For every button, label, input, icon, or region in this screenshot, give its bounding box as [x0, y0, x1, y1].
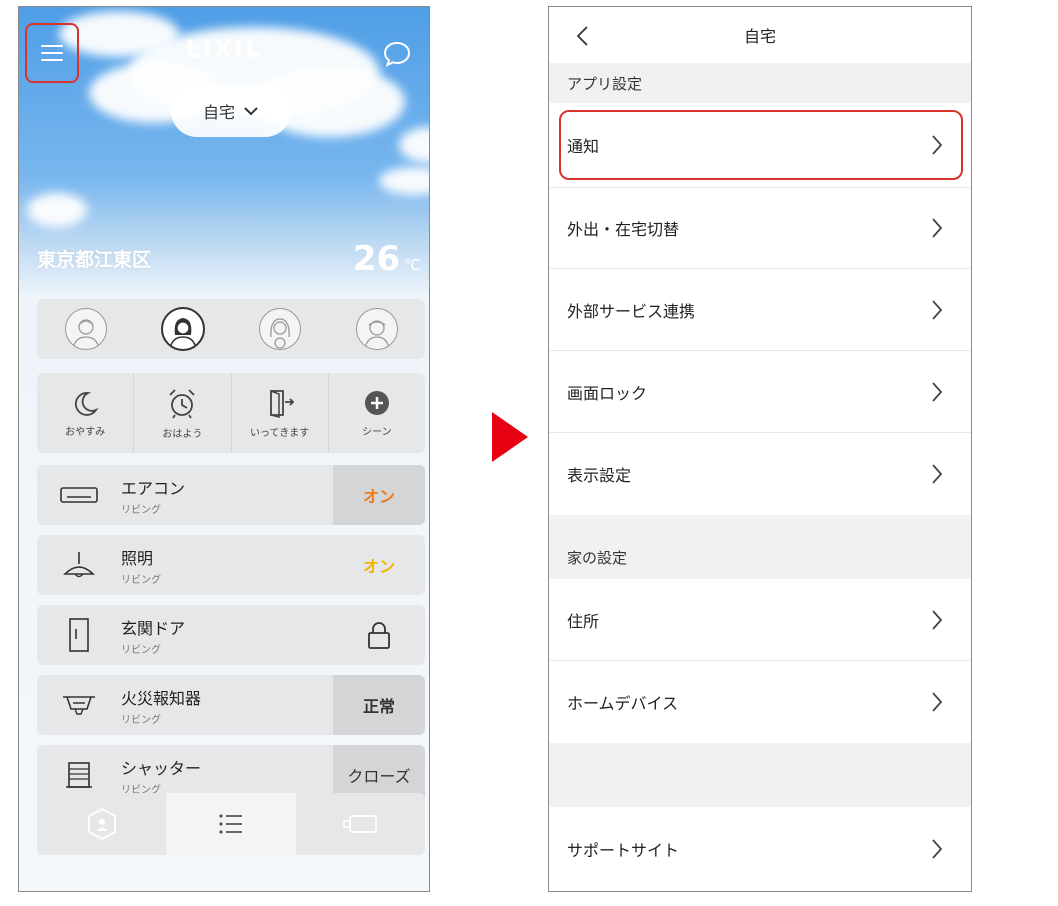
device-room: リビング: [121, 644, 161, 656]
scene-label: おやすみ: [65, 426, 106, 438]
home-selector[interactable]: 自宅: [171, 85, 291, 137]
page-title: 自宅: [743, 27, 776, 46]
temperature-unit: ℃: [404, 256, 421, 274]
settings-row-label: サポートサイト: [567, 841, 680, 860]
back-chevron-icon[interactable]: [575, 25, 589, 47]
chat-icon[interactable]: [383, 41, 411, 67]
settings-row-label: 通知: [567, 137, 600, 156]
home-selector-label: 自宅: [202, 103, 235, 122]
list-icon: [219, 814, 242, 834]
settings-row-label: ホームデバイス: [567, 694, 679, 713]
device-name: 火災報知器: [121, 688, 202, 708]
temperature-value: 26: [352, 239, 401, 279]
settings-row-away-home[interactable]: 外出・在宅切替: [549, 187, 971, 269]
settings-row-home-devices[interactable]: ホームデバイス: [549, 661, 971, 743]
settings-header: 自宅: [549, 7, 971, 63]
device-row-door[interactable]: 玄関ドア リビング: [37, 605, 425, 665]
device-name: シャッター: [121, 758, 202, 778]
lock-icon: [368, 622, 390, 649]
scene-label: シーン: [362, 426, 392, 438]
member-avatar[interactable]: [258, 308, 301, 350]
nav-tab-devices[interactable]: [296, 793, 425, 855]
cloud-decoration: [379, 167, 429, 195]
device-status-button[interactable]: [333, 605, 425, 665]
alarm-clock-icon: [169, 388, 196, 418]
scene-label: いってきます: [250, 427, 310, 439]
device-status-button[interactable]: オン: [333, 465, 425, 525]
settings-row-label: 画面ロック: [567, 383, 648, 403]
highlight-box: [559, 110, 963, 180]
section-header-home-settings: 家の設定: [549, 515, 971, 579]
bottom-nav: [37, 793, 425, 855]
door-exit-icon: [269, 389, 294, 418]
settings-row-display[interactable]: 表示設定: [549, 433, 971, 515]
member-avatar[interactable]: [64, 308, 107, 350]
transition-arrow-icon: [492, 412, 528, 462]
location-label: 東京都江東区: [37, 249, 152, 271]
chevron-right-icon: [932, 609, 943, 630]
device-room: リビング: [121, 714, 161, 726]
device-card-icon: [343, 815, 378, 833]
scene-bar: おやすみ おはよう いってきます シーン: [37, 373, 425, 453]
device-status-button[interactable]: 正常: [333, 675, 425, 735]
chevron-right-icon: [932, 218, 943, 238]
scene-ittekimasu[interactable]: いってきます: [232, 373, 329, 453]
chevron-right-icon: [932, 839, 943, 859]
settings-row-external-services[interactable]: 外部サービス連携: [549, 269, 971, 351]
air-conditioner-icon: [60, 487, 98, 503]
device-row-aircon[interactable]: エアコン リビング オン: [37, 465, 425, 525]
device-row-fire-alarm[interactable]: 火災報知器 リビング 正常: [37, 675, 425, 735]
chevron-right-icon: [932, 692, 943, 712]
device-name: 玄関ドア: [121, 618, 186, 638]
settings-row-label: 外部サービス連携: [567, 301, 696, 321]
shutter-icon: [66, 762, 92, 788]
device-room: リビング: [121, 504, 161, 516]
device-row-light[interactable]: 照明 リビング オン: [37, 535, 425, 595]
temperature-display: 26 ℃: [353, 239, 421, 279]
settings-row-label: 外出・在宅切替: [567, 220, 680, 239]
smoke-detector-icon: [63, 696, 95, 715]
settings-row-address[interactable]: 住所: [549, 579, 971, 661]
member-avatar-active[interactable]: [160, 307, 205, 351]
settings-row-notification[interactable]: 通知: [549, 103, 971, 187]
cloud-decoration: [399, 127, 429, 163]
nav-tab-home[interactable]: [37, 793, 166, 855]
settings-row-label: 表示設定: [567, 466, 632, 485]
chevron-right-icon: [932, 381, 943, 402]
settings-screen: 自宅 アプリ設定 通知 外出・在宅切替 外部サービス連携 画面ロック 表示設定 …: [548, 6, 972, 892]
chevron-right-icon: [932, 135, 943, 155]
device-name: 照明: [121, 548, 154, 568]
device-status-button[interactable]: オン: [333, 535, 425, 595]
home-screen: LIXIL 自宅 東京都江東区 26 ℃ おやすみ おはよう いってきます シー…: [18, 6, 430, 892]
plus-circle-icon: [364, 390, 389, 415]
chevron-down-icon: [244, 107, 258, 116]
cloud-decoration: [27, 193, 87, 227]
section-header-app-settings: アプリ設定: [549, 63, 971, 103]
scene-oyasumi[interactable]: おやすみ: [37, 373, 135, 453]
scene-add[interactable]: シーン: [329, 373, 425, 453]
app-logo: LIXIL: [185, 35, 263, 63]
device-name: エアコン: [121, 478, 186, 498]
device-room: リビング: [121, 574, 161, 586]
nav-tab-list[interactable]: [166, 793, 296, 855]
door-icon: [69, 618, 89, 652]
member-avatar[interactable]: [355, 308, 398, 350]
settings-row-screen-lock[interactable]: 画面ロック: [549, 351, 971, 433]
member-bar: [37, 299, 425, 359]
settings-row-support-site[interactable]: サポートサイト: [549, 807, 971, 891]
house-hex-icon: [87, 807, 116, 841]
section-spacer: [549, 743, 971, 807]
scene-ohayou[interactable]: おはよう: [134, 373, 232, 453]
chevron-right-icon: [932, 299, 943, 320]
chevron-right-icon: [932, 464, 943, 484]
settings-row-label: 住所: [567, 611, 600, 631]
scene-label: おはよう: [162, 428, 203, 440]
ceiling-lamp-icon: [63, 552, 95, 578]
moon-icon: [75, 391, 99, 416]
